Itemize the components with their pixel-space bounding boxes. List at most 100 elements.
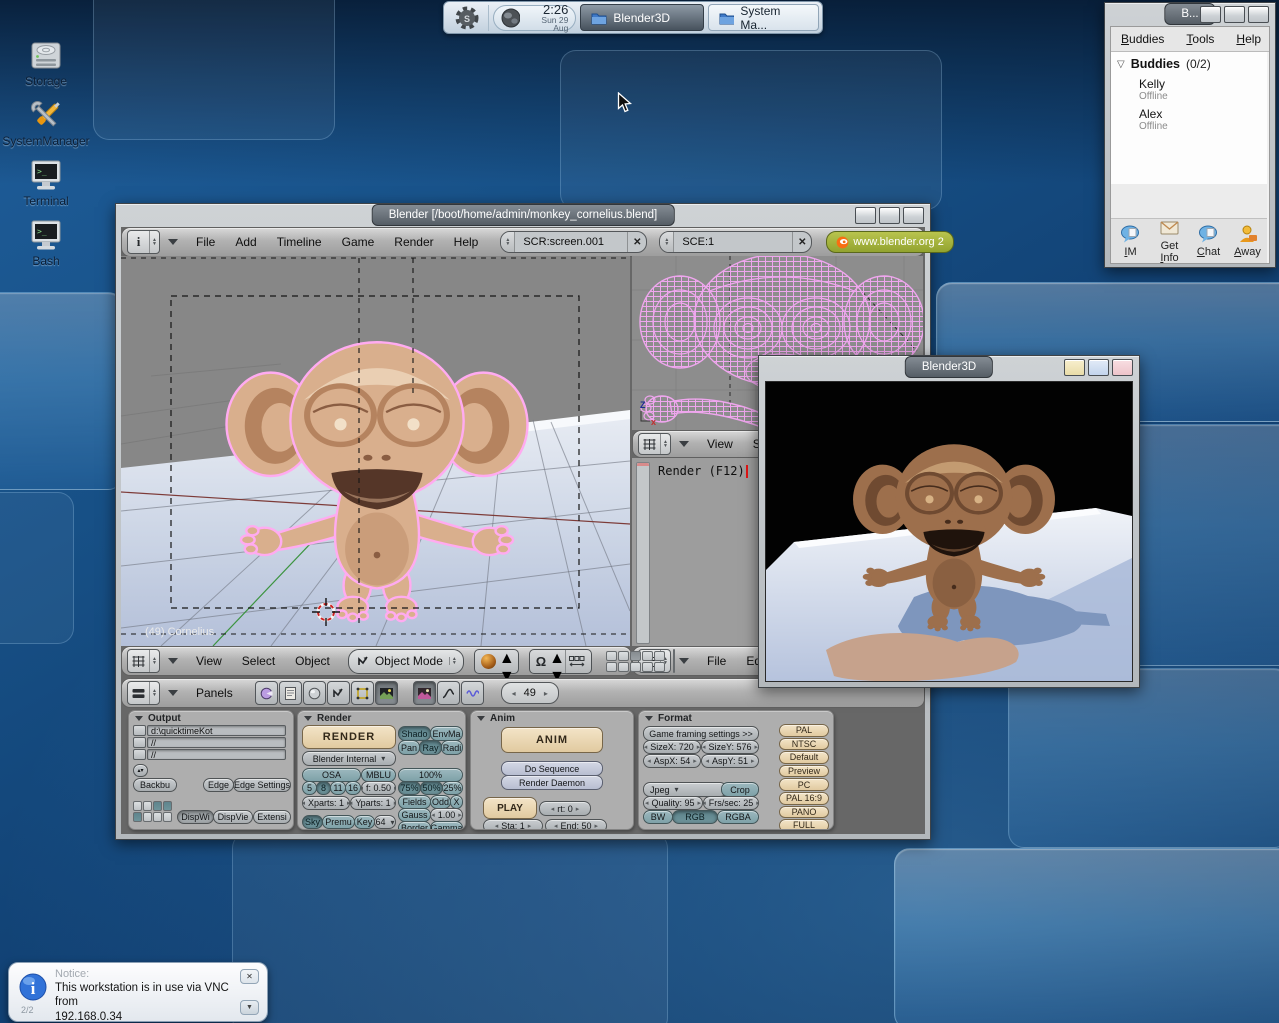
screen-stepper[interactable]: ▲▼ bbox=[501, 232, 515, 252]
menu-view[interactable]: View bbox=[196, 654, 222, 668]
window-maximize-button[interactable] bbox=[1088, 359, 1109, 376]
proportional-edit-icon[interactable] bbox=[565, 650, 588, 673]
blender-window-title[interactable]: Blender [/boot/home/admin/monkey_corneli… bbox=[372, 204, 675, 226]
pano-toggle[interactable]: Pan bbox=[398, 740, 420, 755]
envmap-toggle[interactable]: EnvMa bbox=[430, 726, 463, 741]
start-frame-stepper[interactable]: Sta: 1 bbox=[483, 819, 543, 830]
text-editor-scrollbar[interactable] bbox=[636, 462, 650, 644]
scene-clear-button[interactable]: ✕ bbox=[792, 232, 811, 252]
cell-toggle[interactable] bbox=[143, 812, 152, 822]
menu-buddies[interactable]: Buddies bbox=[1121, 32, 1164, 46]
fps-stepper[interactable]: Frs/sec: 25 bbox=[703, 796, 759, 810]
dispwin-button[interactable]: DispWi bbox=[177, 810, 214, 824]
aspx-stepper[interactable]: AspX: 54 bbox=[643, 754, 701, 768]
editing-context-button[interactable] bbox=[351, 681, 374, 705]
notification-close-button[interactable]: ✕ bbox=[240, 969, 259, 984]
sizey-stepper[interactable]: SizeY: 576 bbox=[701, 740, 759, 754]
collapse-triangle-icon[interactable]: ▽ bbox=[1117, 59, 1125, 70]
scene-selector[interactable]: ▲▼ SCE:1 ✕ bbox=[659, 231, 812, 253]
gauss-toggle[interactable]: Gauss bbox=[398, 808, 431, 822]
menu-file[interactable]: File bbox=[196, 235, 215, 249]
size-50-button[interactable]: 50% bbox=[420, 781, 443, 795]
scene-context-button[interactable] bbox=[375, 681, 398, 705]
buddy-item-alex[interactable]: Alex Offline bbox=[1111, 102, 1267, 132]
sky-toggle[interactable]: Sky bbox=[302, 815, 323, 829]
window-close-button[interactable] bbox=[903, 207, 924, 224]
layer-toggle[interactable] bbox=[618, 662, 629, 672]
ftype-path-field[interactable]: // bbox=[133, 749, 286, 760]
layer-toggle[interactable] bbox=[654, 651, 665, 661]
object-context-button[interactable] bbox=[327, 681, 350, 705]
panels-label[interactable]: Panels bbox=[196, 686, 233, 700]
game-framing-button[interactable]: Game framing settings >> bbox=[643, 726, 759, 741]
pivot-stepper[interactable]: ▲▼ bbox=[549, 650, 565, 673]
layer-toggle[interactable] bbox=[630, 662, 641, 672]
osa-5-button[interactable]: 5 bbox=[302, 781, 317, 795]
key-toggle[interactable]: Key bbox=[354, 815, 375, 829]
radio-toggle[interactable]: Radi bbox=[441, 740, 463, 755]
file-select-icon[interactable] bbox=[133, 737, 146, 748]
yparts-stepper[interactable]: Yparts: 1 bbox=[350, 796, 396, 810]
away-button[interactable]: Away bbox=[1229, 225, 1267, 258]
desktop-icon-systemmanager[interactable]: SystemManager bbox=[0, 98, 92, 148]
blender-version-button[interactable]: www.blender.org 2 bbox=[826, 231, 954, 253]
crop-toggle[interactable]: Crop bbox=[721, 782, 759, 797]
aspy-stepper[interactable]: AspY: 51 bbox=[701, 754, 759, 768]
do-sequence-toggle[interactable]: Do Sequence bbox=[501, 761, 603, 776]
get-info-button[interactable]: Get Info bbox=[1151, 219, 1189, 264]
lock-layer-toggle[interactable] bbox=[673, 649, 675, 673]
desktop-icon-terminal[interactable]: >_ Terminal bbox=[0, 158, 92, 208]
cell-toggle[interactable] bbox=[163, 812, 172, 822]
xparts-stepper[interactable]: Xparts: 1 bbox=[302, 796, 350, 810]
desktop-icon-bash[interactable]: >_ Bash bbox=[0, 218, 92, 268]
collapse-triangle-icon[interactable] bbox=[679, 441, 689, 447]
window-maximize-button[interactable] bbox=[1224, 6, 1245, 23]
menu-tools[interactable]: Tools bbox=[1186, 32, 1214, 46]
layer-toggle[interactable] bbox=[606, 651, 617, 661]
notification-expand-button[interactable]: ▼ bbox=[240, 1000, 259, 1015]
layer-buttons[interactable] bbox=[606, 651, 665, 672]
x-toggle[interactable]: X bbox=[450, 795, 463, 809]
buddy-item-kelly[interactable]: Kelly Offline bbox=[1111, 71, 1267, 102]
editor-stepper[interactable]: ▲▼ bbox=[660, 434, 670, 454]
editor-type-button[interactable]: ▲▼ bbox=[127, 649, 160, 673]
engine-menu[interactable]: Blender Internal bbox=[302, 751, 396, 766]
layer-toggle[interactable] bbox=[618, 651, 629, 661]
editor-type-button[interactable]: i ▲▼ bbox=[127, 230, 160, 254]
layer-toggle[interactable] bbox=[630, 651, 641, 661]
render-button[interactable]: RENDER bbox=[302, 725, 396, 749]
osa-8-button[interactable]: 8 bbox=[316, 781, 331, 795]
script-context-button[interactable] bbox=[279, 681, 302, 705]
octree-menu[interactable]: 64 bbox=[374, 815, 396, 829]
cell-toggle[interactable] bbox=[153, 801, 162, 811]
scene-stepper[interactable]: ▲▼ bbox=[660, 232, 674, 252]
render-subcontext-button[interactable] bbox=[413, 681, 436, 705]
3d-viewport[interactable]: (49) Cornelius bbox=[121, 256, 630, 646]
menu-file[interactable]: File bbox=[707, 654, 726, 668]
rotation-icon[interactable]: Ω bbox=[533, 654, 549, 669]
dispview-button[interactable]: DispVie bbox=[213, 810, 253, 824]
screen-selector[interactable]: ▲▼ SCR:screen.001 ✕ bbox=[500, 231, 647, 253]
render-path-field[interactable]: d:\quicktimeKot bbox=[133, 725, 286, 736]
draw-mode-button[interactable]: ▲▼ bbox=[474, 649, 519, 674]
pal169-button[interactable]: PAL 16:9 bbox=[779, 792, 829, 805]
pano-button[interactable]: PANO bbox=[779, 806, 829, 819]
panel-title[interactable]: Anim bbox=[477, 713, 515, 724]
pal-button[interactable]: PAL bbox=[779, 724, 829, 737]
mblur-toggle[interactable]: MBLU bbox=[361, 768, 396, 782]
cell-toggle[interactable] bbox=[153, 812, 162, 822]
collapse-triangle-icon[interactable] bbox=[168, 658, 178, 664]
gamma-toggle[interactable]: Gamma bbox=[430, 821, 463, 830]
cell-toggle[interactable] bbox=[163, 801, 172, 811]
editor-type-button[interactable]: ▲▼ bbox=[127, 681, 160, 705]
anim-subcontext-button[interactable] bbox=[437, 681, 460, 705]
size-100-button[interactable]: 100% bbox=[398, 768, 463, 782]
editor-stepper[interactable]: ▲▼ bbox=[149, 231, 159, 253]
backbuf-button[interactable]: Backbu bbox=[133, 778, 177, 792]
rotation-pivot-group[interactable]: Ω ▲▼ bbox=[529, 649, 592, 674]
menu-game[interactable]: Game bbox=[342, 235, 375, 249]
panel-title[interactable]: Format bbox=[645, 713, 692, 724]
rgba-toggle[interactable]: RGBA bbox=[717, 810, 759, 824]
cell-toggle[interactable] bbox=[143, 801, 152, 811]
backbuf-path-field[interactable]: // bbox=[133, 737, 286, 748]
